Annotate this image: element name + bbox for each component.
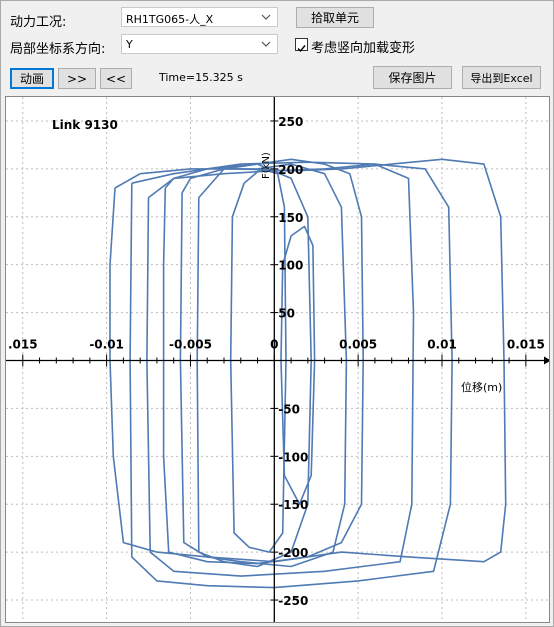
pick-element-button[interactable]: 拾取单元: [296, 7, 374, 28]
y-tick-label: -100: [278, 450, 308, 464]
y-tick-label: 200: [278, 163, 303, 177]
x-tick-label: 0.015: [507, 338, 545, 352]
forward-button[interactable]: >>: [58, 68, 96, 89]
chart-area: .015 -0.01 -0.005 0 0.005 0.01 0.015 250 200 150 1…: [5, 96, 550, 623]
y-tick-label: 250: [278, 115, 303, 129]
vertical-load-checkbox[interactable]: [295, 38, 308, 53]
checkmark-icon: [297, 45, 306, 53]
x-tick-label: 0.01: [427, 338, 457, 352]
export-excel-button[interactable]: 导出到Excel: [462, 66, 541, 89]
chevron-down-icon: [261, 14, 271, 20]
load-case-label: 动力工况:: [10, 15, 67, 30]
y-tick-label: 50: [278, 307, 295, 321]
animate-button[interactable]: 动画: [10, 68, 54, 89]
hysteresis-curves: [109, 158, 507, 589]
load-case-value: RH1TG065-人_X: [126, 13, 214, 26]
x-tick-label: 0.005: [339, 338, 377, 352]
y-tick-label: -150: [278, 498, 308, 512]
direction-dropdown[interactable]: Y: [121, 34, 278, 54]
x-axis-arrow: [544, 356, 549, 365]
x-tick-label: .015: [8, 338, 38, 352]
x-tick-label: 0: [270, 338, 278, 352]
y-tick-label: 150: [278, 211, 303, 225]
x-axis-label: 位移(m): [461, 380, 502, 394]
hysteresis-loop: [146, 163, 415, 577]
x-tick-label: -0.01: [89, 338, 124, 352]
direction-value: Y: [126, 38, 133, 51]
direction-label: 局部坐标系方向:: [10, 42, 106, 57]
hysteresis-window: 动力工况: RH1TG065-人_X 拾取单元 局部坐标系方向: Y 考虑竖向加…: [0, 0, 554, 627]
y-tick-label: -250: [278, 594, 308, 608]
chart-title: Link 9130: [52, 118, 118, 132]
hysteresis-chart: .015 -0.01 -0.005 0 0.005 0.01 0.015 250 200 150 1…: [6, 97, 549, 622]
y-tick-label: -200: [278, 546, 308, 560]
y-tick-label: -50: [278, 402, 300, 416]
hysteresis-loop: [162, 158, 365, 565]
hysteresis-loop: [179, 163, 348, 568]
chevron-down-icon: [261, 41, 271, 47]
time-readout: Time=15.325 s: [159, 71, 243, 84]
y-tick-label: 100: [278, 259, 303, 273]
vertical-load-label: 考虑竖向加载变形: [311, 41, 416, 56]
back-button[interactable]: <<: [100, 68, 132, 89]
y-axis-label: F(kN): [261, 152, 272, 179]
load-case-dropdown[interactable]: RH1TG065-人_X: [121, 7, 278, 27]
axes: .015 -0.01 -0.005 0 0.005 0.01 0.015 250 200 150 1…: [6, 97, 549, 622]
save-image-button[interactable]: 保存图片: [373, 66, 452, 89]
x-tick-label: -0.005: [169, 338, 212, 352]
hysteresis-loop: [129, 161, 453, 589]
